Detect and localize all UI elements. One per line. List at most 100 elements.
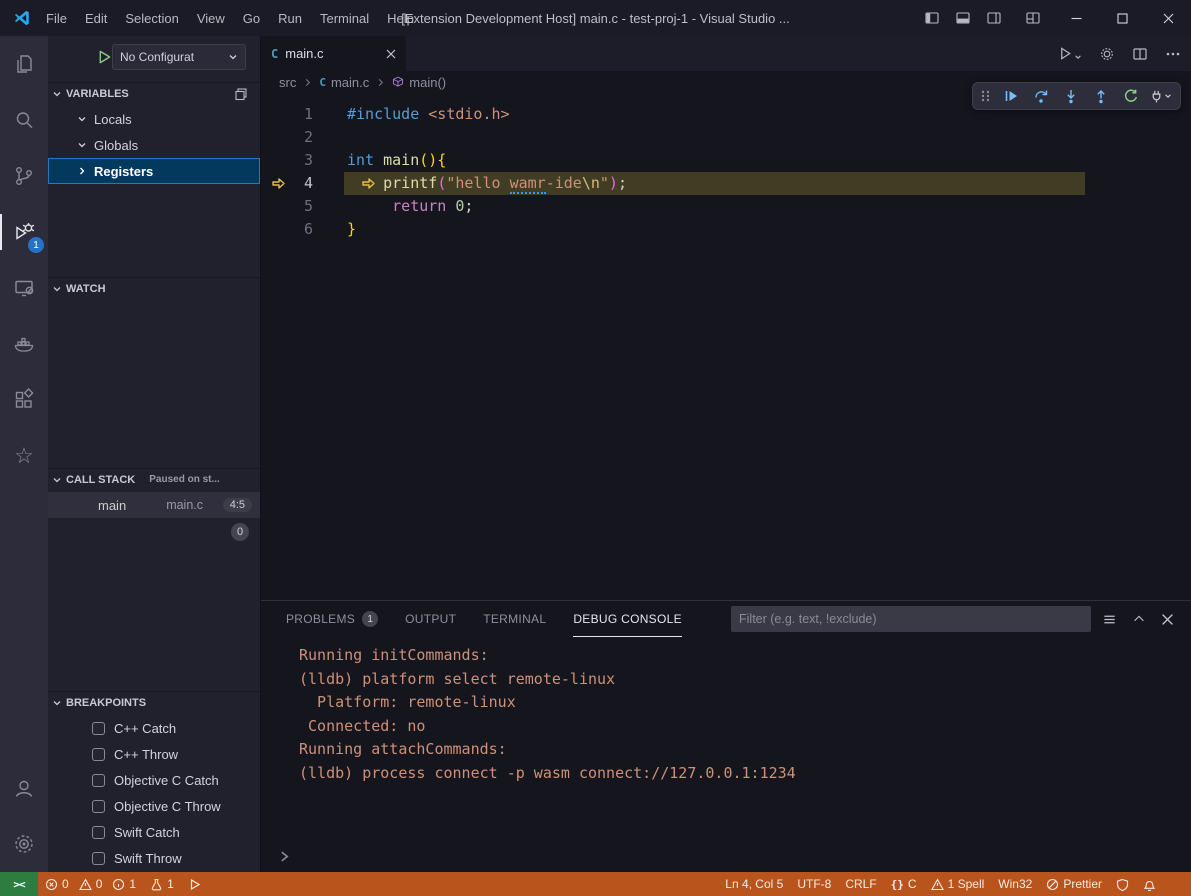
code-editor[interactable]: 1 #include <stdio.h> 2 3 int main(){ 4 p… [261,93,1191,600]
tab-terminal[interactable]: TERMINAL [483,601,546,637]
filter-lines-icon[interactable] [1102,612,1117,627]
extensions-icon[interactable] [0,372,48,428]
variables-section-header[interactable]: VARIABLES [48,82,260,104]
console-filter-input[interactable] [731,606,1091,632]
callstack-section-header[interactable]: CALL STACK Paused on st... [48,468,260,490]
remote-explorer-icon[interactable] [0,260,48,316]
tab-main-c[interactable]: C main.c [261,36,406,71]
settings-gear-icon[interactable] [0,816,48,872]
step-into-button[interactable] [1057,84,1084,108]
restart-button[interactable] [1117,84,1144,108]
tab-label: PROBLEMS [286,612,355,626]
start-debug-icon[interactable] [97,49,112,65]
checkbox[interactable] [92,800,105,813]
close-window-button[interactable] [1145,0,1191,36]
breakpoint-row[interactable]: Swift Catch [48,819,260,845]
editor-settings-gear-icon[interactable] [1099,46,1115,62]
encoding-status[interactable]: UTF-8 [790,872,838,896]
tab-problems[interactable]: PROBLEMS 1 [286,601,378,637]
remote-indicator[interactable]: >< [0,872,38,896]
code-line: 3 int main(){ [261,149,1191,172]
source-control-icon[interactable] [0,148,48,204]
search-icon[interactable] [0,92,48,148]
menu-item-view[interactable]: View [188,6,234,30]
breadcrumb-folder[interactable]: src [279,75,296,90]
run-and-debug-icon[interactable]: 1 [0,204,48,260]
breakpoint-row[interactable]: C++ Catch [48,715,260,741]
cursor-position-status[interactable]: Ln 4, Col 5 [718,872,790,896]
split-editor-icon[interactable] [1132,46,1148,62]
menu-item-go[interactable]: Go [234,6,269,30]
variables-scope-locals[interactable]: Locals [48,106,260,132]
disconnect-button[interactable] [1147,84,1174,108]
line-number[interactable]: 2 [261,126,313,149]
chevron-down-icon [228,52,238,62]
more-actions-icon[interactable] [1165,46,1181,62]
favorites-star-icon[interactable]: ☆ [0,428,48,484]
close-panel-icon[interactable] [1161,613,1174,626]
menu-item-run[interactable]: Run [269,6,311,30]
breadcrumb-symbol[interactable]: main() [392,75,446,90]
formatter-status[interactable]: Prettier [1039,872,1109,896]
bell-icon [1143,878,1156,891]
checkbox[interactable] [92,774,105,787]
accounts-icon[interactable] [0,760,48,816]
breakpoint-row[interactable]: Swift Throw [48,845,260,871]
variables-scope-registers[interactable]: Registers [48,158,260,184]
line-number[interactable]: 6 [261,218,313,241]
variables-scope-globals[interactable]: Globals [48,132,260,158]
toolchain-status[interactable]: 1 [143,872,181,896]
minimize-button[interactable] [1053,0,1099,36]
eol-status[interactable]: CRLF [838,872,883,896]
menu-item-file[interactable]: File [37,6,76,30]
problems-count-badge: 1 [362,611,378,627]
menu-item-terminal[interactable]: Terminal [311,6,378,30]
checkbox[interactable] [92,722,105,735]
callstack-frame-row[interactable]: main main.c 4:5 [48,492,260,518]
docker-icon[interactable] [0,316,48,372]
maximize-panel-chevron-icon[interactable] [1132,612,1146,626]
toggle-sidebar-icon[interactable] [924,10,940,26]
quick-run-status[interactable] [181,872,208,896]
toggle-secondary-sidebar-icon[interactable] [986,10,1002,26]
shield-status[interactable] [1109,872,1136,896]
breadcrumb-file[interactable]: C main.c [319,75,369,90]
problems-status[interactable]: 0 0 1 [38,872,143,896]
tab-output[interactable]: OUTPUT [405,601,456,637]
breadcrumb-symbol-label: main() [409,75,446,90]
language-mode-status[interactable]: {} C [884,872,924,896]
toggle-panel-icon[interactable] [955,10,971,26]
breakpoint-row[interactable]: Objective C Throw [48,793,260,819]
maximize-button[interactable] [1099,0,1145,36]
drag-grip-icon[interactable] [979,88,992,104]
warning-count: 0 [96,877,103,891]
continue-button[interactable] [997,84,1024,108]
debug-config-dropdown[interactable]: No Configurat [112,44,246,70]
checkbox[interactable] [92,826,105,839]
watch-section-header[interactable]: WATCH [48,277,260,299]
breakpoint-row[interactable]: C++ Throw [48,741,260,767]
customize-layout-icon[interactable] [1025,10,1041,26]
checkbox[interactable] [92,748,105,761]
tab-debug-console[interactable]: DEBUG CONSOLE [573,601,682,637]
views-panel-icon[interactable] [234,87,248,101]
spell-label: 1 Spell [948,877,985,891]
line-number[interactable]: 4 [261,172,313,195]
line-number[interactable]: 5 [261,195,313,218]
menu-item-selection[interactable]: Selection [116,6,187,30]
explorer-icon[interactable] [0,36,48,92]
run-file-button[interactable] [1058,46,1082,61]
console-input-chevron-icon[interactable] [278,850,291,863]
line-number[interactable]: 1 [261,103,313,126]
notifications-status[interactable] [1136,872,1163,896]
breakpoint-row[interactable]: Objective C Catch [48,767,260,793]
close-tab-icon[interactable] [386,49,396,59]
step-out-button[interactable] [1087,84,1114,108]
checkbox[interactable] [92,852,105,865]
build-target-status[interactable]: Win32 [991,872,1039,896]
breakpoints-section-header[interactable]: BREAKPOINTS [48,691,260,713]
step-over-button[interactable] [1027,84,1054,108]
menu-item-edit[interactable]: Edit [76,6,116,30]
spell-checker-status[interactable]: 1 Spell [924,872,992,896]
line-number[interactable]: 3 [261,149,313,172]
